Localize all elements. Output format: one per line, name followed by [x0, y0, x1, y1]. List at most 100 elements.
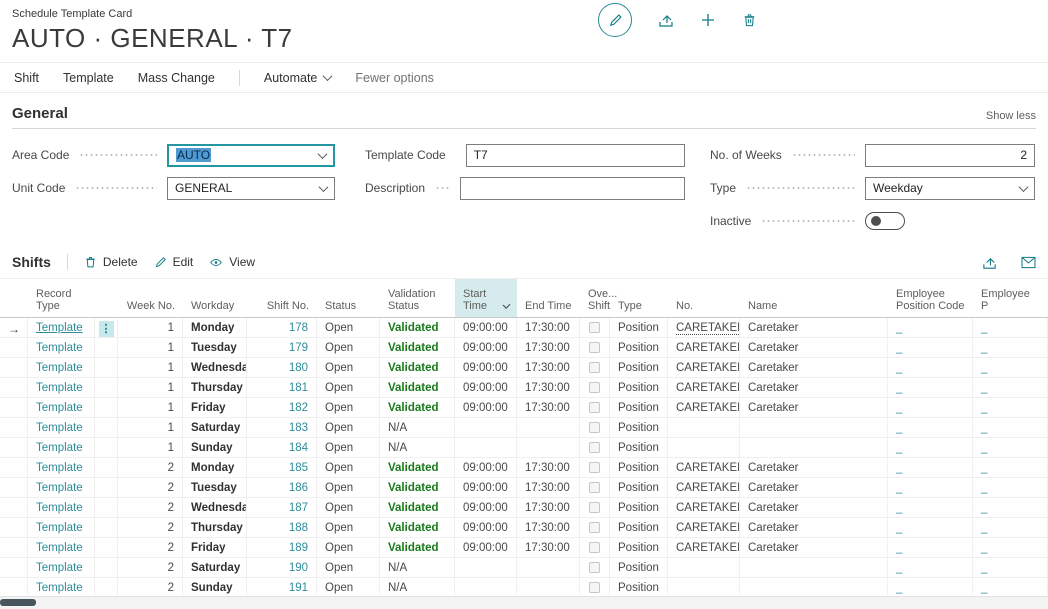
start-time-cell[interactable]: 09:00:00	[455, 458, 517, 478]
workday-cell[interactable]: Sunday	[183, 578, 247, 598]
week-no-cell[interactable]: 1	[118, 358, 183, 378]
area-code-input[interactable]: AUTO	[167, 144, 335, 167]
status-cell[interactable]: Open	[317, 458, 380, 478]
record-type-link[interactable]: Template	[36, 522, 83, 534]
shift-no-link[interactable]: 179	[289, 342, 308, 354]
overnight-shift-checkbox[interactable]	[589, 402, 600, 413]
col-header-name[interactable]: Name	[740, 279, 888, 317]
record-type-cell[interactable]: Template	[28, 478, 95, 498]
validation-status-cell[interactable]: N/A	[380, 558, 455, 578]
fewer-options-button[interactable]: Fewer options	[355, 71, 434, 85]
position-no-cell[interactable]: CARETAKER	[668, 498, 740, 518]
type-cell[interactable]: Position	[610, 378, 668, 398]
name-cell[interactable]: Caretaker	[740, 398, 888, 418]
validation-status-cell[interactable]: Validated	[380, 338, 455, 358]
validation-status-cell[interactable]: Validated	[380, 478, 455, 498]
share-button[interactable]	[658, 12, 674, 28]
overnight-shift-cell[interactable]	[580, 578, 610, 598]
end-time-cell[interactable]: 17:30:00	[517, 478, 580, 498]
workday-cell[interactable]: Monday	[183, 458, 247, 478]
status-cell[interactable]: Open	[317, 478, 380, 498]
table-row[interactable]: → Template ⋮ 1 Tuesday 179 Open Validate…	[0, 338, 1048, 358]
shift-no-cell[interactable]: 189	[247, 538, 317, 558]
week-no-cell[interactable]: 1	[118, 398, 183, 418]
type-cell[interactable]: Position	[610, 498, 668, 518]
validation-status-cell[interactable]: Validated	[380, 538, 455, 558]
record-type-link[interactable]: Template	[36, 482, 83, 494]
week-no-cell[interactable]: 1	[118, 418, 183, 438]
overnight-shift-cell[interactable]	[580, 378, 610, 398]
row-options-cell[interactable]: ⋮	[95, 478, 118, 498]
end-time-cell[interactable]	[517, 578, 580, 598]
name-cell[interactable]: Caretaker	[740, 358, 888, 378]
share-part-button[interactable]	[982, 255, 997, 270]
row-options-cell[interactable]: ⋮	[95, 358, 118, 378]
employee-position-code-cell[interactable]: _	[888, 578, 973, 598]
row-options-cell[interactable]: ⋮	[95, 558, 118, 578]
record-type-link[interactable]: Template	[36, 322, 83, 334]
workday-cell[interactable]: Thursday	[183, 518, 247, 538]
status-cell[interactable]: Open	[317, 558, 380, 578]
employee-p-cell[interactable]: _	[973, 418, 1048, 438]
week-no-cell[interactable]: 2	[118, 518, 183, 538]
validation-status-cell[interactable]: Validated	[380, 518, 455, 538]
table-row[interactable]: → Template ⋮ 1 Saturday 183 Open N/A Pos…	[0, 418, 1048, 438]
shift-no-link[interactable]: 186	[289, 482, 308, 494]
workday-cell[interactable]: Friday	[183, 538, 247, 558]
workday-cell[interactable]: Saturday	[183, 558, 247, 578]
shift-no-cell[interactable]: 181	[247, 378, 317, 398]
status-cell[interactable]: Open	[317, 498, 380, 518]
position-no-cell[interactable]	[668, 558, 740, 578]
week-no-cell[interactable]: 1	[118, 438, 183, 458]
employee-position-code-cell[interactable]: _	[888, 478, 973, 498]
name-cell[interactable]	[740, 438, 888, 458]
status-cell[interactable]: Open	[317, 378, 380, 398]
overnight-shift-checkbox[interactable]	[589, 322, 600, 333]
row-options-cell[interactable]: ⋮	[95, 518, 118, 538]
name-cell[interactable]: Caretaker	[740, 378, 888, 398]
shifts-delete-button[interactable]: Delete	[84, 255, 138, 269]
workday-cell[interactable]: Friday	[183, 398, 247, 418]
row-options-cell[interactable]: ⋮	[95, 458, 118, 478]
email-part-button[interactable]	[1021, 255, 1036, 270]
overnight-shift-cell[interactable]	[580, 338, 610, 358]
overnight-shift-checkbox[interactable]	[589, 342, 600, 353]
position-no-cell[interactable]: CARETAKER	[668, 358, 740, 378]
overnight-shift-cell[interactable]	[580, 478, 610, 498]
record-type-link[interactable]: Template	[36, 382, 83, 394]
employee-position-code-cell[interactable]: _	[888, 358, 973, 378]
employee-p-cell[interactable]: _	[973, 578, 1048, 598]
inactive-toggle[interactable]	[865, 212, 905, 230]
end-time-cell[interactable]: 17:30:00	[517, 378, 580, 398]
show-less-button[interactable]: Show less	[986, 110, 1036, 122]
shift-no-link[interactable]: 185	[289, 462, 308, 474]
start-time-cell[interactable]: 09:00:00	[455, 398, 517, 418]
template-code-input[interactable]: T7	[466, 144, 685, 167]
delete-button[interactable]	[742, 12, 757, 28]
start-time-cell[interactable]	[455, 578, 517, 598]
table-row[interactable]: → Template ⋮ 2 Wednesday 187 Open Valida…	[0, 498, 1048, 518]
start-time-cell[interactable]: 09:00:00	[455, 378, 517, 398]
row-options-cell[interactable]: ⋮	[95, 498, 118, 518]
new-button[interactable]	[700, 12, 716, 28]
shift-no-link[interactable]: 190	[289, 562, 308, 574]
type-cell[interactable]: Position	[610, 578, 668, 598]
start-time-cell[interactable]: 09:00:00	[455, 338, 517, 358]
employee-p-cell[interactable]: _	[973, 478, 1048, 498]
week-no-cell[interactable]: 2	[118, 578, 183, 598]
overnight-shift-checkbox[interactable]	[589, 562, 600, 573]
record-type-cell[interactable]: Template	[28, 358, 95, 378]
shift-no-cell[interactable]: 190	[247, 558, 317, 578]
status-cell[interactable]: Open	[317, 418, 380, 438]
record-type-cell[interactable]: Template	[28, 458, 95, 478]
row-options-cell[interactable]: ⋮	[95, 398, 118, 418]
unit-code-input[interactable]: GENERAL	[167, 177, 335, 200]
status-cell[interactable]: Open	[317, 518, 380, 538]
col-header-employee-p[interactable]: Employee P	[973, 279, 1048, 317]
general-heading[interactable]: General	[12, 105, 68, 122]
end-time-cell[interactable]: 17:30:00	[517, 338, 580, 358]
start-time-cell[interactable]: 09:00:00	[455, 498, 517, 518]
validation-status-cell[interactable]: Validated	[380, 398, 455, 418]
week-no-cell[interactable]: 2	[118, 558, 183, 578]
start-time-cell[interactable]: 09:00:00	[455, 538, 517, 558]
